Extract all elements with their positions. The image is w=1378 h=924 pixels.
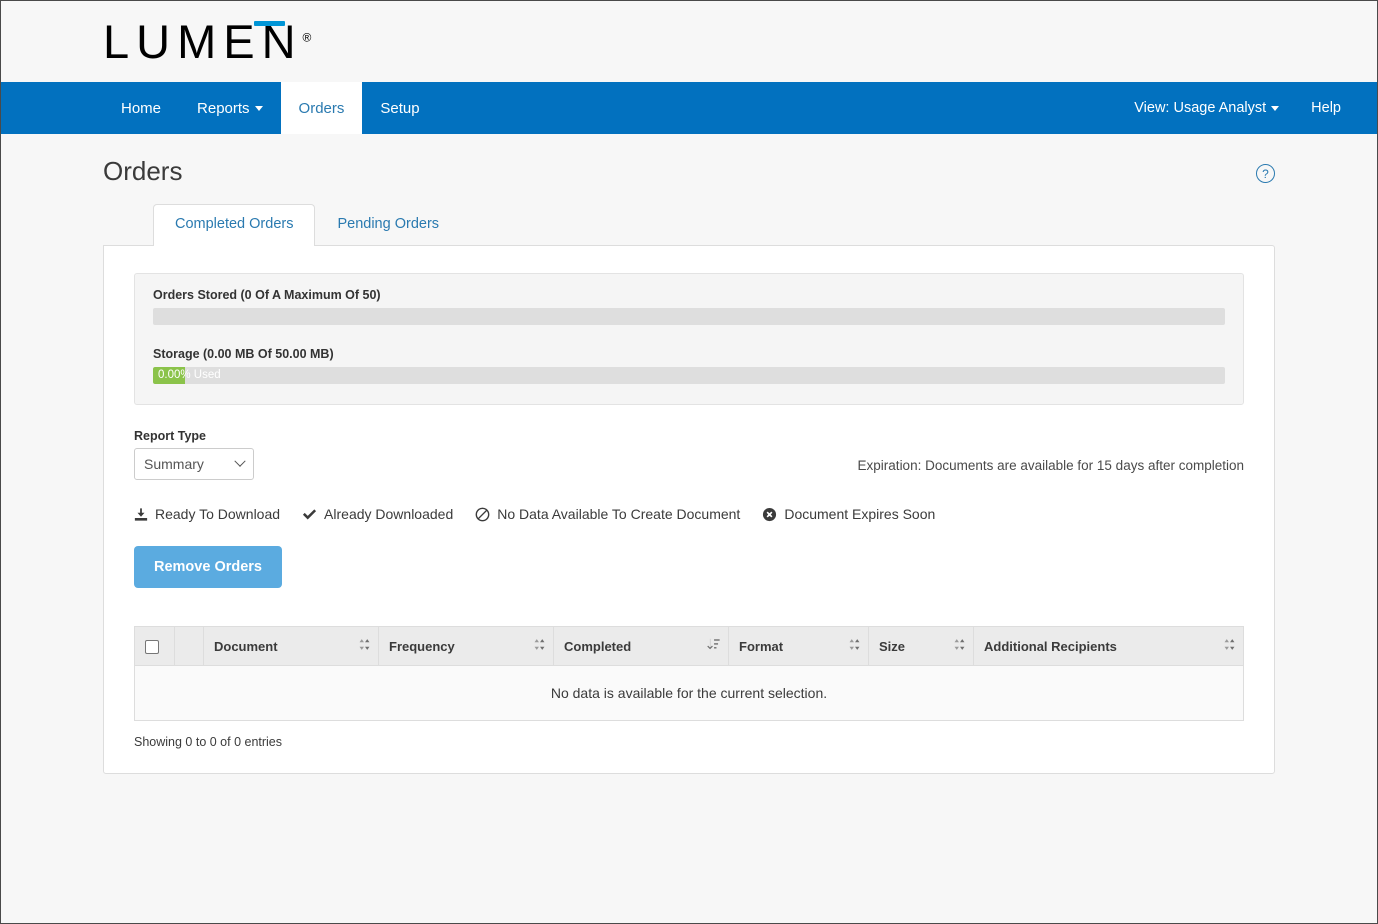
nav-item-help-label: Help [1311, 100, 1341, 116]
page-title: Orders [103, 156, 182, 187]
legend-ready-to-download-label: Ready To Download [155, 506, 280, 522]
column-header-format[interactable]: Format [729, 627, 869, 666]
column-header-size-label: Size [879, 639, 905, 654]
report-type-group: Report Type Summary [134, 429, 254, 480]
expiration-note: Expiration: Documents are available for … [858, 458, 1244, 480]
column-header-completed-label: Completed [564, 639, 631, 654]
legend-already-downloaded: Already Downloaded [302, 506, 453, 522]
select-all-header[interactable] [135, 627, 175, 666]
chevron-down-icon [255, 106, 263, 111]
nav-item-setup-label: Setup [380, 100, 419, 117]
chevron-down-icon [1271, 106, 1279, 111]
sort-both-icon [534, 638, 545, 654]
tab-pending-orders[interactable]: Pending Orders [315, 204, 461, 245]
completed-orders-panel: Orders Stored (0 Of A Maximum Of 50) Sto… [103, 245, 1275, 774]
legend-already-downloaded-label: Already Downloaded [324, 506, 453, 522]
table-header-row: Document Frequency [135, 627, 1244, 666]
legend-no-data-available-label: No Data Available To Create Document [497, 506, 740, 522]
empty-state-message: No data is available for the current sel… [135, 666, 1244, 721]
report-type-label: Report Type [134, 429, 254, 443]
controls-row: Report Type Summary Expiration: Document… [134, 429, 1244, 480]
navbar-right: View: Usage Analyst Help [1118, 82, 1357, 134]
column-header-additional-recipients-label: Additional Recipients [984, 639, 1117, 654]
report-type-select[interactable]: Summary [134, 448, 254, 480]
column-header-size[interactable]: Size [869, 627, 974, 666]
orders-table-body: No data is available for the current sel… [135, 666, 1244, 721]
orders-stored-label: Orders Stored (0 Of A Maximum Of 50) [153, 288, 1225, 302]
status-icon-header [175, 627, 204, 666]
column-header-frequency[interactable]: Frequency [379, 627, 554, 666]
view-role-label: View: Usage Analyst [1134, 100, 1266, 116]
view-role-selector[interactable]: View: Usage Analyst [1118, 100, 1295, 116]
logo-header: LUMEN® [1, 1, 1377, 82]
column-header-additional-recipients[interactable]: Additional Recipients [974, 627, 1244, 666]
sort-both-icon [849, 638, 860, 654]
quota-panel: Orders Stored (0 Of A Maximum Of 50) Sto… [134, 273, 1244, 405]
tab-pending-orders-label: Pending Orders [337, 216, 439, 232]
nav-item-orders-label: Orders [299, 100, 345, 117]
times-circle-icon [762, 507, 777, 522]
storage-progress-text: 0.00% Used [158, 367, 221, 384]
orders-tabs: Completed Orders Pending Orders [103, 204, 1275, 245]
legend-no-data-available: No Data Available To Create Document [475, 506, 740, 522]
help-glyph: ? [1262, 168, 1269, 180]
orders-table: Document Frequency [134, 626, 1244, 721]
page-content: Orders ? Completed Orders Pending Orders… [1, 134, 1377, 923]
orders-stored-progressbar [153, 308, 1225, 325]
nav-item-reports-label: Reports [197, 100, 250, 117]
browser-page: LUMEN® Home Reports Orders Setup View: U… [0, 0, 1378, 924]
nav-item-setup[interactable]: Setup [362, 82, 437, 134]
page-header-row: Orders ? [103, 134, 1275, 187]
registered-mark: ® [303, 30, 312, 44]
chevron-down-icon [234, 456, 245, 467]
column-header-document-label: Document [214, 639, 278, 654]
help-circle-icon[interactable]: ? [1256, 164, 1275, 183]
entries-info: Showing 0 to 0 of 0 entries [134, 735, 1244, 749]
empty-state-row: No data is available for the current sel… [135, 666, 1244, 721]
sort-both-icon [359, 638, 370, 654]
status-legend: Ready To Download Already Downloaded No … [134, 506, 1244, 522]
nav-item-help[interactable]: Help [1295, 100, 1357, 116]
storage-label: Storage (0.00 MB Of 50.00 MB) [153, 347, 1225, 361]
download-icon [134, 507, 148, 522]
nav-item-home-label: Home [121, 100, 161, 117]
check-icon [302, 507, 317, 522]
tab-completed-orders-label: Completed Orders [175, 216, 293, 232]
orders-table-wrapper: Document Frequency [134, 626, 1244, 749]
column-header-frequency-label: Frequency [389, 639, 455, 654]
sort-both-icon [954, 638, 965, 654]
column-header-document[interactable]: Document [204, 627, 379, 666]
navbar-left: Home Reports Orders Setup [103, 82, 438, 134]
sort-both-icon [1224, 638, 1235, 654]
storage-progressbar: 0.00% Used [153, 367, 1225, 384]
nav-item-orders[interactable]: Orders [281, 82, 363, 134]
legend-document-expires-soon-label: Document Expires Soon [784, 506, 935, 522]
ban-icon [475, 507, 490, 522]
lumen-logo[interactable]: LUMEN® [103, 18, 311, 65]
nav-item-home[interactable]: Home [103, 82, 179, 134]
tab-completed-orders[interactable]: Completed Orders [153, 204, 315, 246]
column-header-completed[interactable]: Completed [554, 627, 729, 666]
logo-accent-bar [254, 21, 285, 26]
legend-document-expires-soon: Document Expires Soon [762, 506, 935, 522]
report-type-value: Summary [144, 456, 204, 472]
column-header-format-label: Format [739, 639, 783, 654]
remove-orders-button[interactable]: Remove Orders [134, 546, 282, 588]
sort-descending-icon [707, 638, 720, 654]
nav-item-reports[interactable]: Reports [179, 82, 281, 134]
main-navbar: Home Reports Orders Setup View: Usage An… [1, 82, 1377, 134]
legend-ready-to-download: Ready To Download [134, 506, 280, 522]
select-all-checkbox[interactable] [145, 640, 159, 654]
